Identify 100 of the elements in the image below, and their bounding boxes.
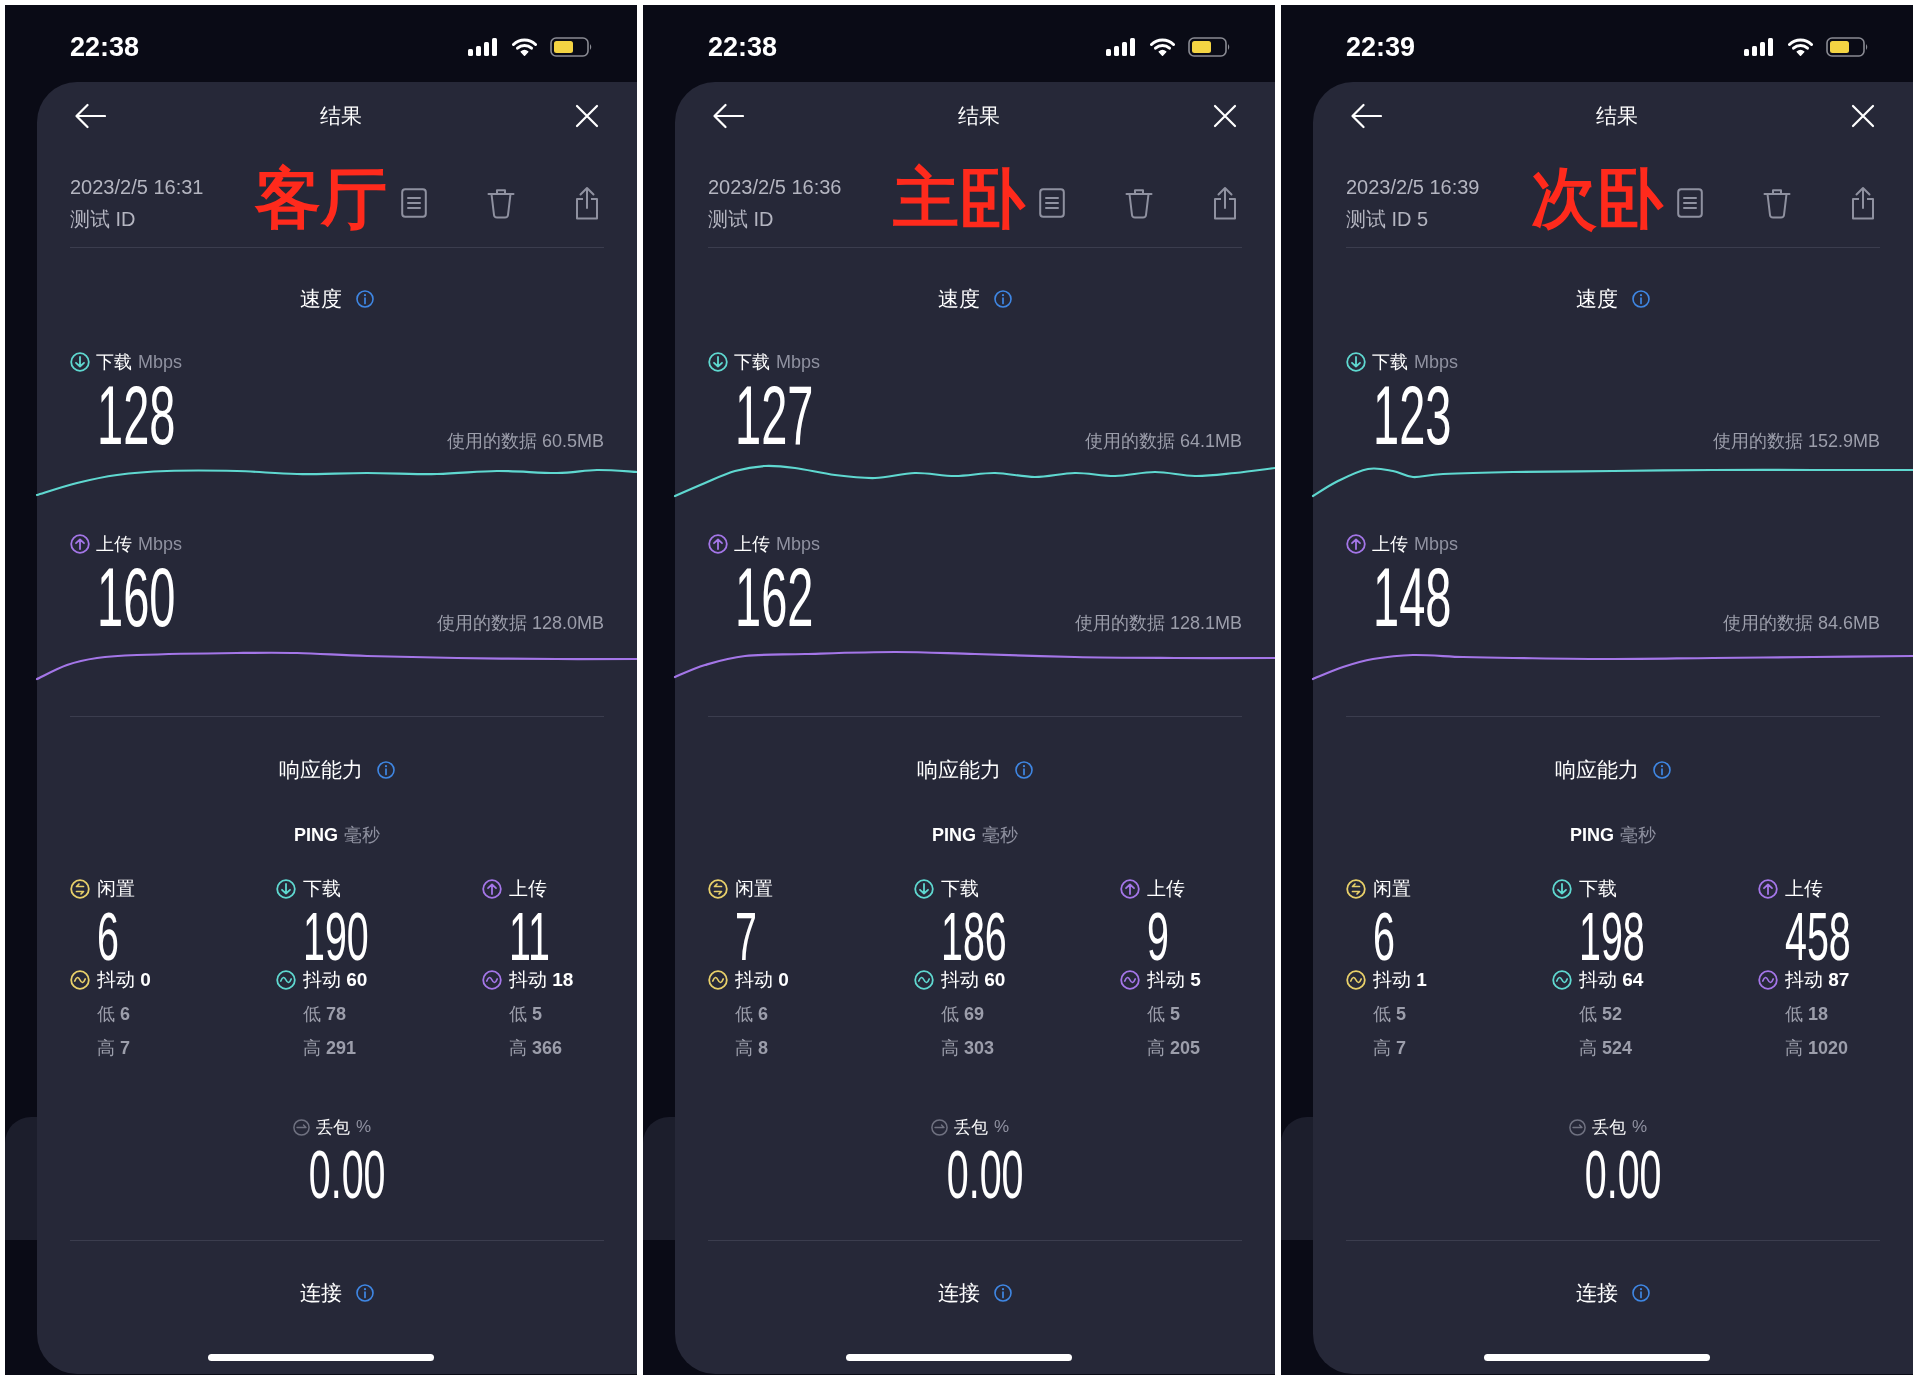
- unit-label: Mbps: [1414, 533, 1458, 555]
- jitter-value: 抖动 64: [1579, 968, 1644, 992]
- cellular-signal-icon: [1744, 38, 1775, 56]
- ping-high: 高 205: [1147, 1037, 1201, 1060]
- back-arrow-icon[interactable]: [1350, 103, 1382, 129]
- speed-value: 127: [735, 373, 814, 457]
- document-icon[interactable]: [401, 188, 427, 218]
- upload-icon: [482, 879, 502, 899]
- unit-label: %: [355, 1117, 372, 1137]
- unit-label: 毫秒: [344, 824, 380, 847]
- ping-high: 高 291: [303, 1037, 357, 1060]
- close-icon[interactable]: [575, 104, 599, 128]
- ping-value: 198: [1579, 902, 1645, 970]
- battery-icon: [550, 37, 593, 57]
- battery-icon: [1826, 37, 1869, 57]
- download-icon: [914, 879, 934, 899]
- document-icon[interactable]: [1039, 188, 1065, 218]
- unit-label: Mbps: [776, 533, 820, 555]
- ping-label: 下载: [941, 877, 979, 901]
- info-icon[interactable]: [356, 1284, 374, 1302]
- wave-icon: [708, 970, 728, 990]
- test-date: 2023/2/5 16:31: [70, 175, 204, 200]
- data-used-text: 使用的数据 84.6MB: [1722, 612, 1880, 634]
- ping-value: 6: [97, 902, 119, 970]
- ping-heading: PING: [932, 824, 976, 846]
- download-icon: [1346, 352, 1366, 372]
- ping-high: 高 7: [97, 1037, 131, 1060]
- data-used-text: 使用的数据 128.1MB: [1074, 612, 1242, 634]
- info-icon[interactable]: [377, 761, 395, 779]
- swap-arrows-icon: [708, 879, 728, 899]
- ping-label: 闲置: [97, 877, 135, 901]
- ping-low: 低 69: [941, 1003, 985, 1026]
- wave-icon: [70, 970, 90, 990]
- back-arrow-icon[interactable]: [74, 103, 106, 129]
- info-icon[interactable]: [994, 1284, 1012, 1302]
- data-used-text: 使用的数据 60.5MB: [446, 430, 604, 452]
- download-icon: [708, 352, 728, 372]
- close-icon[interactable]: [1213, 104, 1237, 128]
- ping-label: 上传: [509, 877, 547, 901]
- upload-icon: [708, 534, 728, 554]
- ping-high: 高 1020: [1785, 1037, 1849, 1060]
- swap-arrows-icon: [70, 879, 90, 899]
- share-icon[interactable]: [1213, 186, 1237, 220]
- right-arrow-circle-icon: [1568, 1118, 1586, 1136]
- share-icon[interactable]: [575, 186, 599, 220]
- wave-icon: [1346, 970, 1366, 990]
- trash-icon[interactable]: [1125, 187, 1153, 219]
- wifi-icon: [512, 38, 537, 56]
- ping-label: 下载: [1579, 877, 1617, 901]
- ping-high: 高 8: [735, 1037, 769, 1060]
- speed-value: 123: [1373, 373, 1452, 457]
- data-used-text: 使用的数据 64.1MB: [1084, 430, 1242, 452]
- share-icon[interactable]: [1851, 186, 1875, 220]
- info-icon[interactable]: [356, 290, 374, 308]
- ping-value: 190: [303, 902, 369, 970]
- right-arrow-circle-icon: [292, 1118, 310, 1136]
- unit-label: Mbps: [138, 351, 182, 373]
- ping-low: 低 18: [1785, 1003, 1829, 1026]
- close-icon[interactable]: [1851, 104, 1875, 128]
- jitter-value: 抖动 60: [303, 968, 368, 992]
- swap-arrows-icon: [1346, 879, 1366, 899]
- ping-low: 低 6: [735, 1003, 769, 1026]
- section-title: 连接: [1576, 1280, 1618, 1306]
- ping-value: 186: [941, 902, 1007, 970]
- ping-low: 低 6: [97, 1003, 131, 1026]
- room-annotation: 次卧: [1531, 165, 1663, 231]
- document-icon[interactable]: [1677, 188, 1703, 218]
- wave-icon: [914, 970, 934, 990]
- ping-label: 下载: [303, 877, 341, 901]
- section-title: 响应能力: [1555, 757, 1639, 783]
- test-date: 2023/2/5 16:39: [1346, 175, 1480, 200]
- ping-low: 低 5: [1373, 1003, 1407, 1026]
- unit-label: 毫秒: [1620, 824, 1656, 847]
- download-icon: [1552, 879, 1572, 899]
- ping-value: 9: [1147, 902, 1169, 970]
- ping-label: 上传: [1147, 877, 1185, 901]
- screen-title: 结果: [319, 103, 362, 129]
- trash-icon[interactable]: [1763, 187, 1791, 219]
- wave-icon: [1552, 970, 1572, 990]
- info-icon[interactable]: [1632, 290, 1650, 308]
- unit-label: Mbps: [776, 351, 820, 373]
- section-title: 连接: [938, 1280, 980, 1306]
- room-annotation: 主卧: [893, 165, 1025, 231]
- back-arrow-icon[interactable]: [712, 103, 744, 129]
- unit-label: Mbps: [138, 533, 182, 555]
- jitter-value: 抖动 1: [1373, 968, 1427, 992]
- right-arrow-circle-icon: [930, 1118, 948, 1136]
- info-icon[interactable]: [1632, 1284, 1650, 1302]
- trash-icon[interactable]: [487, 187, 515, 219]
- speed-label: 下载: [1372, 351, 1408, 374]
- info-icon[interactable]: [1653, 761, 1671, 779]
- speed-value: 148: [1373, 555, 1452, 639]
- ping-label: 闲置: [1373, 877, 1411, 901]
- speed-label: 上传: [96, 533, 132, 556]
- info-icon[interactable]: [994, 290, 1012, 308]
- ping-high: 高 303: [941, 1037, 995, 1060]
- upload-icon: [1346, 534, 1366, 554]
- unit-label: 毫秒: [982, 824, 1018, 847]
- unit-label: %: [1631, 1117, 1648, 1137]
- info-icon[interactable]: [1015, 761, 1033, 779]
